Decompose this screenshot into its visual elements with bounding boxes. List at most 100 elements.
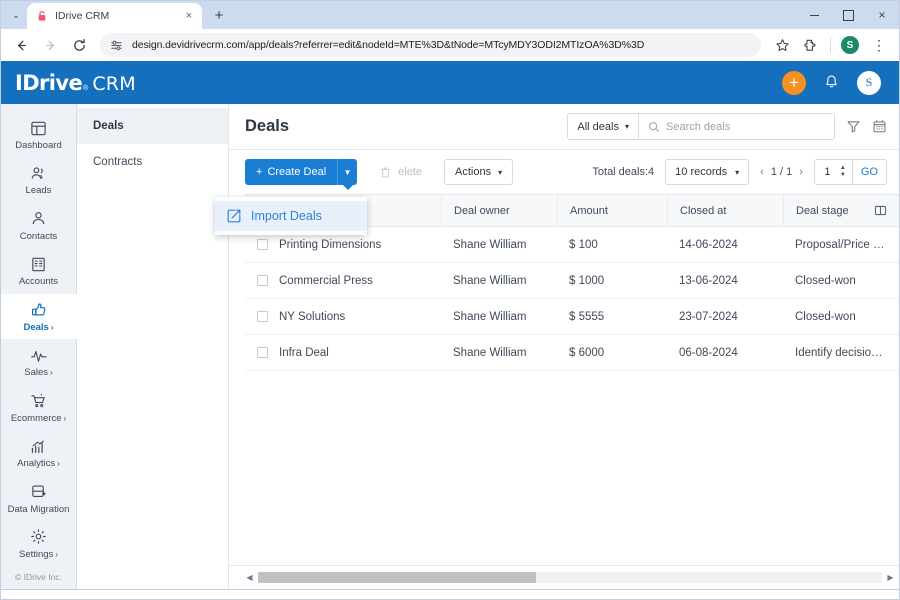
browser-tabstrip: ⌄ IDrive CRM × + × [1, 1, 899, 29]
sidebar-item-accounts[interactable]: Accounts [1, 248, 77, 293]
sidebar-item-sales[interactable]: Sales› [1, 339, 77, 384]
cell-deal-stage: Proposal/Price quote [795, 227, 887, 263]
chevron-right-icon: › [50, 368, 53, 377]
profile-avatar[interactable]: S [837, 32, 863, 58]
deals-thumbsup-icon [30, 301, 48, 319]
view-filter-dropdown[interactable]: All deals ▾ [568, 114, 639, 139]
row-checkbox[interactable] [257, 311, 268, 322]
table-row[interactable]: Infra Deal Shane William $ 6000 06-08-20… [245, 335, 899, 371]
deal-name-label: NY Solutions [279, 311, 345, 323]
ecommerce-cart-icon [30, 392, 47, 410]
back-icon[interactable] [8, 32, 34, 58]
actions-dropdown[interactable]: Actions ▾ [444, 159, 513, 185]
sidebar-item-analytics[interactable]: Analytics› [1, 430, 77, 475]
sidebar-rail: Dashboard Leads Contacts Accounts [1, 104, 77, 589]
total-deals-label: Total deals: [592, 166, 648, 178]
calendar-icon[interactable] [872, 119, 887, 134]
bell-icon[interactable] [823, 74, 840, 91]
row-checkbox[interactable] [257, 347, 268, 358]
app-logo[interactable]: IDrive®CRM [15, 71, 136, 95]
sidebar-item-label: Accounts [19, 277, 58, 287]
stepper-up-icon[interactable]: ▲ [840, 166, 846, 171]
address-bar[interactable]: design.devidrivecrm.com/app/deals?referr… [100, 33, 761, 57]
page-title: Deals [245, 117, 289, 136]
sidebar-item-ecommerce[interactable]: Ecommerce› [1, 385, 77, 430]
create-deal-button[interactable]: + Create Deal [245, 159, 337, 185]
logo-e-glyph: e [69, 71, 83, 95]
browser-tab[interactable]: IDrive CRM × [27, 3, 202, 29]
column-header-amount[interactable]: Amount [557, 194, 667, 227]
avatar[interactable]: S [857, 71, 881, 95]
column-header-deal-stage[interactable]: Deal stage [783, 194, 899, 227]
deal-name-label: Commercial Press [279, 275, 373, 287]
subnav-item-contracts[interactable]: Contracts [77, 144, 228, 180]
main-content: Deals All deals ▾ Search deals [229, 104, 899, 589]
maximize-icon[interactable] [831, 1, 865, 29]
app-header-actions: + S [782, 71, 881, 95]
cell-deal-name: NY Solutions [245, 299, 441, 335]
scrollbar-thumb[interactable] [258, 572, 536, 583]
subnav-item-deals[interactable]: Deals [77, 108, 228, 144]
browser-menu-icon[interactable]: ⋮ [866, 32, 892, 58]
delete-button[interactable]: elete [369, 159, 432, 185]
forward-icon[interactable] [37, 32, 63, 58]
create-deal-dropdown-toggle[interactable]: ▼ [337, 159, 357, 185]
new-tab-button[interactable]: + [207, 3, 231, 27]
go-button[interactable]: GO [852, 160, 886, 184]
column-header-deal-owner[interactable]: Deal owner [441, 194, 557, 227]
chevron-right-icon: › [64, 414, 67, 423]
pagination-controls: Total deals:4 10 records ▾ ‹ 1 / 1 › 1 [592, 159, 887, 185]
sidebar-item-leads[interactable]: Leads [1, 157, 77, 202]
horizontal-scrollbar[interactable]: ◀ ▶ [229, 565, 899, 589]
toolbar-divider [830, 37, 831, 53]
records-per-page-dropdown[interactable]: 10 records ▾ [665, 159, 749, 185]
sidebar-item-deals[interactable]: Deals› [1, 294, 77, 339]
sidebar-item-data-migration[interactable]: Data Migration [1, 476, 77, 521]
minimize-icon[interactable] [797, 1, 831, 29]
quantity-stepper[interactable]: ▲ ▼ [840, 166, 852, 178]
sidebar-item-label: Contacts [20, 232, 58, 242]
cell-deal-owner: Shane William [441, 335, 557, 371]
site-settings-icon[interactable] [110, 38, 124, 52]
page-nav: ‹ 1 / 1 › [760, 166, 803, 178]
close-icon[interactable]: × [182, 9, 196, 23]
sidebar-item-contacts[interactable]: Contacts [1, 203, 77, 248]
actions-label: Actions [455, 166, 491, 178]
app-body: Dashboard Leads Contacts Accounts [1, 104, 899, 589]
sidebar-footer-copyright: © IDrive Inc. [15, 572, 62, 589]
tab-search-button[interactable]: ⌄ [5, 3, 27, 27]
next-page-button[interactable]: › [799, 166, 803, 178]
puzzle-icon[interactable] [798, 32, 824, 58]
close-icon[interactable]: × [865, 1, 899, 29]
row-checkbox[interactable] [257, 239, 268, 250]
column-settings-icon[interactable] [874, 204, 887, 217]
menu-item-import-deals[interactable]: Import Deals [215, 201, 367, 231]
search-input[interactable]: Search deals [639, 114, 834, 139]
create-deal-dropdown-menu: Import Deals [215, 197, 367, 235]
dashboard-icon [30, 119, 47, 137]
quick-add-button[interactable]: + [782, 71, 806, 95]
browser-window: ⌄ IDrive CRM × + × [0, 0, 900, 600]
plus-icon: + [256, 166, 262, 178]
table-row[interactable]: Commercial Press Shane William $ 1000 13… [245, 263, 899, 299]
search-icon [648, 121, 660, 133]
star-icon[interactable] [769, 32, 795, 58]
sidebar-item-dashboard[interactable]: Dashboard [1, 112, 77, 157]
scroll-left-arrow[interactable]: ◀ [245, 573, 254, 582]
scrollbar-track[interactable] [258, 572, 882, 583]
deals-table: Deal owner Amount Closed at Deal stage P… [229, 194, 899, 565]
row-checkbox[interactable] [257, 275, 268, 286]
prev-page-button[interactable]: ‹ [760, 166, 764, 178]
cell-amount: $ 6000 [557, 335, 667, 371]
lock-icon [36, 10, 48, 22]
scroll-right-arrow[interactable]: ▶ [886, 573, 895, 582]
page-number-input[interactable]: 1 [815, 166, 840, 178]
reload-icon[interactable] [66, 32, 92, 58]
cell-amount: $ 1000 [557, 263, 667, 299]
filter-funnel-icon[interactable] [846, 119, 861, 134]
table-row[interactable]: NY Solutions Shane William $ 5555 23-07-… [245, 299, 899, 335]
create-deal-label: Create Deal [267, 166, 326, 178]
column-header-closed-at[interactable]: Closed at [667, 194, 783, 227]
sidebar-item-settings[interactable]: Settings› [1, 521, 77, 566]
stepper-down-icon[interactable]: ▼ [840, 173, 846, 178]
